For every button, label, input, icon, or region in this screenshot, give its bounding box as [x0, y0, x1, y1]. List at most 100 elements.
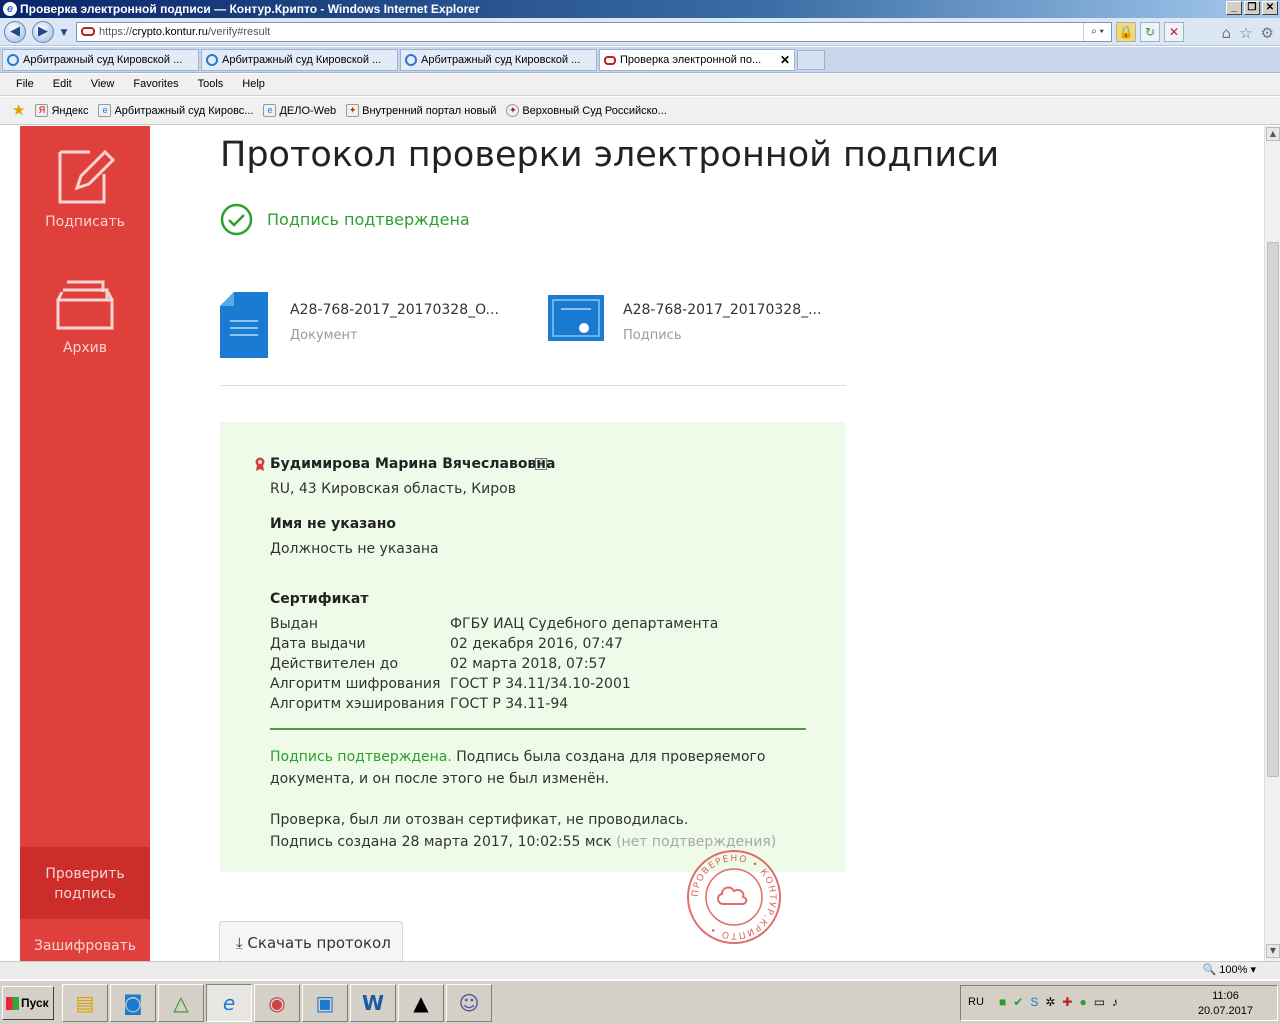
consultant-app-icon[interactable]: ☺ [446, 984, 492, 1022]
fav-portal[interactable]: ✦ Внутренний портал новый [346, 97, 496, 124]
tab-label: Арбитражный суд Кировской ... [23, 54, 183, 66]
sidebar-item-verify[interactable]: Проверить подпись [20, 847, 150, 919]
sign-pen-icon [58, 149, 115, 204]
back-arrow-icon[interactable]: ◀ [4, 21, 26, 43]
clock-time: 11:06 [1212, 990, 1239, 1002]
page-viewport: Подписать Архив Проверить подпись Зашифр… [0, 126, 1280, 961]
favorites-star-icon[interactable]: ☆ [1239, 24, 1252, 42]
signature-file[interactable]: A28-768-2017_20170328_... Подпись [548, 295, 821, 344]
stop-icon[interactable]: ✕ [1164, 22, 1184, 42]
menu-edit[interactable]: Edit [53, 74, 85, 95]
fav-yandex[interactable]: Я Яндекс [35, 97, 88, 124]
chrome-icon[interactable]: ◉ [254, 984, 300, 1022]
sidebar-item-encrypt[interactable]: Зашифровать [20, 938, 150, 954]
tab-label: Арбитражный суд Кировской ... [222, 54, 382, 66]
minimize-button[interactable]: _ [1226, 1, 1242, 15]
download-label: Скачать протокол [247, 934, 391, 952]
tray-monitor-icon[interactable]: ▭ [1094, 995, 1105, 1009]
tray-check-icon[interactable]: ✔ [1013, 995, 1023, 1009]
close-button[interactable]: ✕ [1262, 1, 1278, 15]
signer-location: RU, 43 Кировская область, Киров [270, 481, 516, 497]
cert-value: 02 декабря 2016, 07:47 [450, 636, 623, 652]
tray-skype-icon[interactable]: S [1030, 995, 1038, 1009]
fav-label: ДЕЛО-Web [279, 104, 337, 117]
menu-tools[interactable]: Tools [198, 74, 237, 95]
tray-app-icon[interactable]: ■ [999, 995, 1006, 1009]
tab-arbitr-1[interactable]: Арбитражный суд Кировской ... [2, 49, 199, 71]
ie-page-icon [206, 54, 218, 66]
internet-explorer-icon[interactable]: e [206, 984, 252, 1022]
cert-key: Дата выдачи [270, 636, 366, 652]
fav-supreme-court[interactable]: ✦ Верховный Суд Российско... [506, 97, 667, 124]
emblem-icon: ✦ [346, 104, 360, 117]
tab-arbitr-3[interactable]: Арбитражный суд Кировской ... [400, 49, 597, 71]
cert-key: Алгоритм шифрования [270, 676, 441, 692]
sidebar-label: Подписать [45, 214, 125, 230]
tab-arbitr-2[interactable]: Арбитражный суд Кировской ... [201, 49, 398, 71]
tray-network-icon[interactable]: ✲ [1045, 995, 1055, 1009]
fav-label: Верховный Суд Российско... [522, 104, 667, 117]
clock[interactable]: 11:06 20.07.2017 [1198, 989, 1253, 1019]
scroll-up-icon[interactable]: ▲ [1266, 127, 1280, 141]
vertical-scrollbar[interactable]: ▲ ▼ [1264, 126, 1280, 961]
maxthon-icon[interactable]: ◙ [110, 984, 156, 1022]
divider [220, 385, 846, 386]
zoom-control[interactable]: 🔍 100% ▾ [1203, 963, 1257, 976]
document-icon [220, 292, 268, 358]
sidebar: Подписать Архив Проверить подпись Зашифр… [20, 126, 150, 961]
info-icon[interactable]: i [535, 458, 547, 470]
fav-label: Арбитражный суд Кировс... [114, 104, 254, 117]
browser-statusbar: 🔍 100% ▾ [0, 961, 1280, 979]
tab-verify-signature[interactable]: Проверка электронной по... ✕ [599, 49, 795, 71]
drive-triangle-icon[interactable]: △ [158, 984, 204, 1022]
yandex-icon: Я [35, 104, 49, 117]
download-protocol-button[interactable]: ⤓ Скачать протокол [219, 921, 403, 961]
confirmation-line-1: Подпись подтверждена. Подпись была созда… [270, 749, 765, 765]
cloud-icon [717, 886, 748, 905]
document-app-icon[interactable]: ▣ [302, 984, 348, 1022]
menu-view[interactable]: View [91, 74, 128, 95]
scroll-thumb[interactable] [1267, 242, 1279, 777]
word-icon[interactable]: W [350, 984, 396, 1022]
restore-button[interactable]: ❐ [1244, 1, 1260, 15]
confirmation-text: Подпись была создана для проверяемого [451, 749, 766, 765]
fav-delo-web[interactable]: e ДЕЛО-Web [263, 97, 336, 124]
download-icon: ⤓ [236, 934, 243, 952]
tab-close-icon[interactable]: ✕ [780, 50, 790, 70]
document-file[interactable]: A28-768-2017_20170328_O... Документ [220, 292, 499, 361]
pyramid-app-icon[interactable]: ▲ [398, 984, 444, 1022]
menu-file[interactable]: File [16, 74, 47, 95]
menu-favorites[interactable]: Favorites [133, 74, 191, 95]
new-tab-button[interactable] [797, 50, 825, 70]
search-dropdown-icon[interactable]: ⌕ ▾ [1083, 23, 1111, 41]
scroll-down-icon[interactable]: ▼ [1266, 944, 1280, 958]
url-input[interactable]: https://crypto.kontur.ru/verify#result ⌕… [76, 22, 1112, 42]
explorer-folder-icon[interactable]: ▤ [62, 984, 108, 1022]
refresh-icon[interactable]: ↻ [1140, 22, 1160, 42]
check-circle-icon [220, 203, 253, 236]
window-controls: _ ❐ ✕ [1226, 1, 1278, 15]
sidebar-label: подпись [54, 886, 116, 902]
home-icon[interactable]: ⌂ [1222, 24, 1232, 42]
security-lock-icon[interactable]: 🔒 [1116, 22, 1136, 42]
cert-key: Выдан [270, 616, 319, 632]
seal-badge-icon [255, 457, 265, 471]
browser-right-icons: ⌂ ☆ ⚙ [1222, 24, 1274, 42]
fav-arbitr[interactable]: e Арбитражный суд Кировс... [98, 97, 253, 124]
page-title: Протокол проверки электронной подписи [220, 135, 1000, 175]
favorites-star-icon[interactable]: ★ [12, 97, 25, 124]
sidebar-item-archive[interactable]: Архив [20, 278, 150, 356]
taskbar: Пуск ▤ ◙ △ e ◉ ▣ W ▲ ☺ RU ■ ✔ S ✲ ✚ ● ▭ … [0, 980, 1280, 1024]
archive-tray-icon [56, 280, 114, 330]
sidebar-item-sign[interactable]: Подписать [20, 144, 150, 230]
green-separator [270, 728, 806, 730]
history-dropdown-icon[interactable]: ▼ [58, 27, 70, 39]
forward-arrow-icon[interactable]: ▶ [32, 21, 54, 43]
start-button[interactable]: Пуск [2, 986, 54, 1020]
tray-antivirus-icon[interactable]: ✚ [1062, 995, 1072, 1009]
tray-messenger-icon[interactable]: ● [1079, 995, 1086, 1009]
tray-volume-icon[interactable]: ♪ [1112, 995, 1118, 1009]
settings-gear-icon[interactable]: ⚙ [1261, 24, 1274, 42]
language-indicator[interactable]: RU [968, 996, 984, 1008]
menu-help[interactable]: Help [242, 74, 278, 95]
